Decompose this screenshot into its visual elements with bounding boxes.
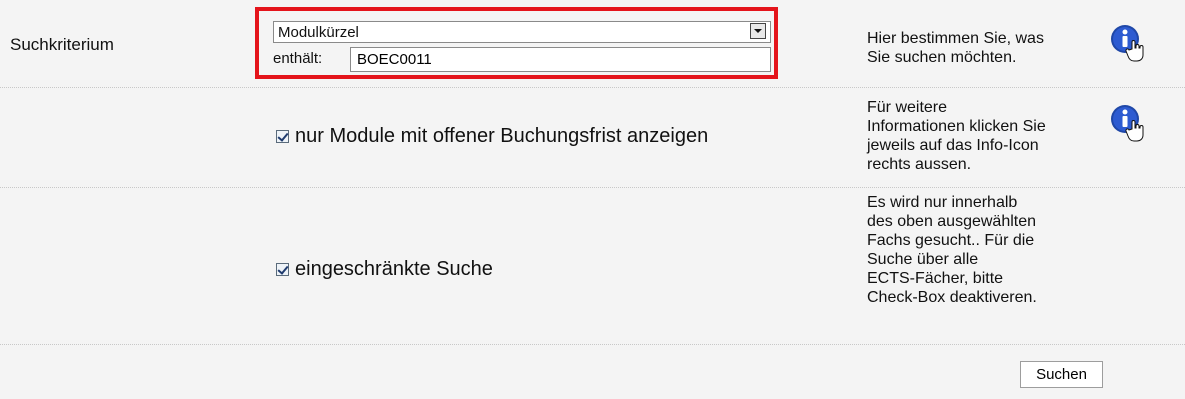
restricted-search-checkbox[interactable] bbox=[276, 263, 289, 276]
help-line: Check-Box deaktiveren. bbox=[867, 289, 1037, 306]
restricted-search-label[interactable]: eingeschränkte Suche bbox=[295, 258, 493, 281]
help-line: des oben ausgewählten bbox=[867, 213, 1037, 230]
help-line: Suche über alle bbox=[867, 251, 979, 268]
help-line: rechts aussen. bbox=[867, 156, 972, 173]
open-booking-option[interactable]: nur Module mit offener Buchungsfrist anz… bbox=[276, 125, 708, 148]
help-line: Hier bestimmen Sie, was bbox=[867, 30, 1044, 47]
open-booking-label[interactable]: nur Module mit offener Buchungsfrist anz… bbox=[295, 125, 708, 148]
help-line: ECTS-Fächer, bitte bbox=[867, 270, 1004, 287]
search-term-input[interactable] bbox=[350, 47, 771, 72]
help-line: Informationen klicken Sie bbox=[867, 118, 1046, 135]
search-criterion-row: Suchkriterium Modulkürzel enthält: Hier … bbox=[0, 0, 1185, 88]
contains-label: enthält: bbox=[273, 50, 323, 67]
help-line: Sie suchen möchten. bbox=[867, 49, 1017, 66]
restricted-search-row: eingeschränkte Suche Es wird nur innerha… bbox=[0, 188, 1185, 345]
help-line: Fachs gesucht.. Für die bbox=[867, 232, 1035, 249]
help-line: Für weitere bbox=[867, 99, 948, 116]
criterion-select-value: Modulkürzel bbox=[278, 24, 359, 41]
criterion-select[interactable]: Modulkürzel bbox=[273, 21, 771, 43]
help-line: Es wird nur innerhalb bbox=[867, 194, 1018, 211]
help-line: jeweils auf das Info-Icon bbox=[867, 137, 1039, 154]
info-icon[interactable] bbox=[1110, 24, 1144, 64]
chevron-down-icon[interactable] bbox=[750, 23, 766, 39]
info-help-text: Für weitere Informationen klicken Sie je… bbox=[867, 98, 1046, 174]
search-criterion-label: Suchkriterium bbox=[10, 35, 114, 54]
info-icon[interactable] bbox=[1110, 104, 1144, 144]
actions-row bbox=[0, 345, 1185, 399]
restricted-search-option[interactable]: eingeschränkte Suche bbox=[276, 258, 493, 281]
module-search-form: Suchkriterium Modulkürzel enthält: Hier … bbox=[0, 0, 1185, 399]
criterion-help-text: Hier bestimmen Sie, was Sie suchen möcht… bbox=[867, 29, 1044, 67]
open-booking-row: nur Module mit offener Buchungsfrist anz… bbox=[0, 88, 1185, 188]
highlighted-criterion-box: Modulkürzel enthält: bbox=[255, 7, 778, 79]
open-booking-checkbox[interactable] bbox=[276, 130, 289, 143]
restricted-help-text: Es wird nur innerhalb des oben ausgewähl… bbox=[867, 193, 1037, 307]
search-button[interactable]: Suchen bbox=[1020, 361, 1103, 388]
